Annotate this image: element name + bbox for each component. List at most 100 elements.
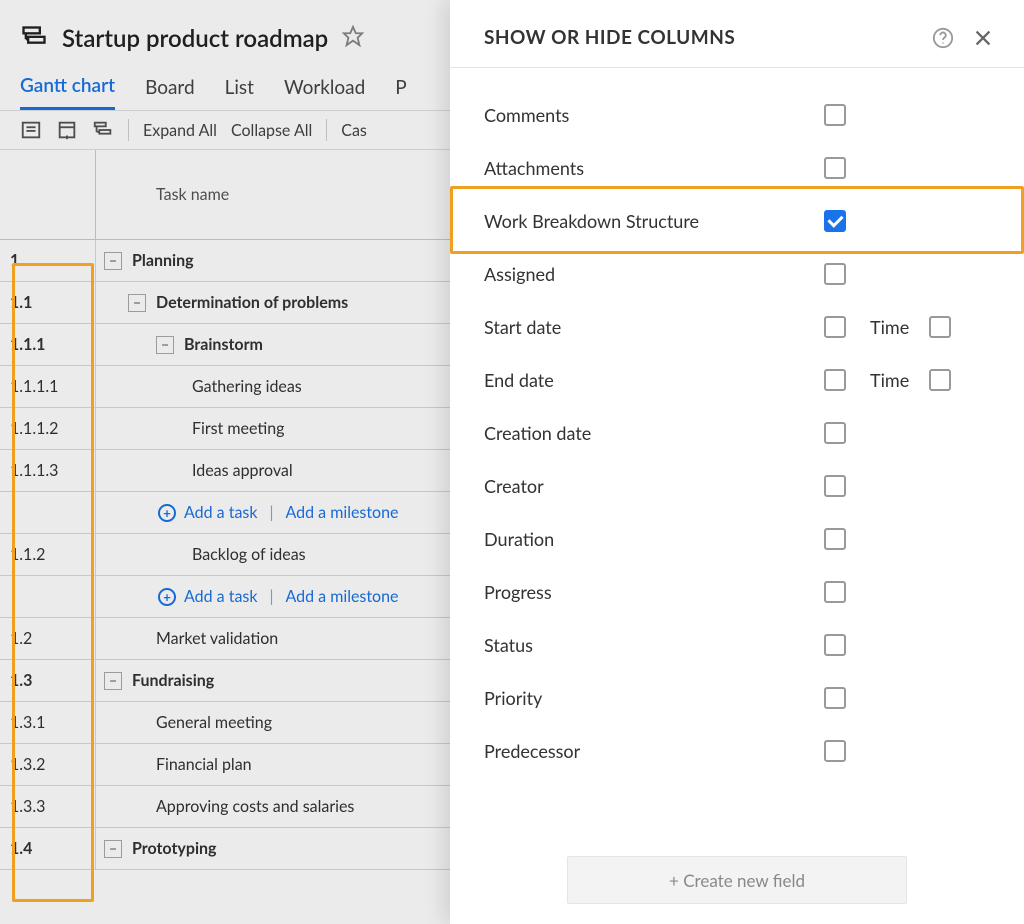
add-separator: | [269,503,273,522]
wbs-cell: 1.3.1 [0,702,96,743]
tab-board[interactable]: Board [145,66,195,109]
collapse-button[interactable]: − [156,336,174,354]
time-label: Time [870,369,909,391]
tab-people[interactable]: P [395,66,406,109]
column-option-row: Comments [450,88,1024,141]
wbs-cell: 1.1.1 [0,324,96,365]
baseline-icon[interactable] [56,119,78,141]
column-option-checkbox[interactable] [824,581,846,603]
columns-panel: SHOW OR HIDE COLUMNS Comments Attachments… [450,0,1024,924]
column-option-checkbox[interactable] [824,157,846,179]
column-option-checkbox[interactable] [824,422,846,444]
column-option-label: Predecessor [484,740,824,762]
toolbar-divider [326,119,327,141]
column-option-label: Creation date [484,422,824,444]
task-name-label: Planning [132,251,194,270]
task-name-label: Market validation [156,629,278,648]
column-option-checkbox[interactable] [824,210,846,232]
task-name-label: Fundraising [132,671,214,690]
column-option-row: Attachments [450,141,1024,194]
column-option-label: Work Breakdown Structure [484,210,824,232]
add-milestone-link[interactable]: Add a milestone [285,587,398,606]
panel-title: SHOW OR HIDE COLUMNS [484,26,735,49]
wbs-cell: 1.3 [0,660,96,701]
collapse-button[interactable]: − [104,672,122,690]
column-option-label: Creator [484,475,824,497]
column-option-label: Duration [484,528,824,550]
time-checkbox[interactable] [929,369,951,391]
tab-workload[interactable]: Workload [284,66,365,109]
wbs-cell: 1.1.2 [0,534,96,575]
task-name-label: Determination of problems [156,293,348,312]
time-label: Time [870,316,909,338]
collapse-all-button[interactable]: Collapse All [231,121,312,140]
column-option-row: Status [450,618,1024,671]
wbs-cell: 1.1 [0,282,96,323]
task-name-label: General meeting [156,713,272,732]
column-option-checkbox[interactable] [824,687,846,709]
hierarchy-icon[interactable] [92,119,114,141]
column-option-row: End date Time [450,353,1024,406]
collapse-button[interactable]: − [128,294,146,312]
column-option-label: Attachments [484,157,824,179]
panel-body: Comments Attachments Work Breakdown Struct… [450,68,1024,844]
column-option-row: Predecessor [450,724,1024,777]
column-option-row: Priority [450,671,1024,724]
create-new-field-button[interactable]: + Create new field [567,856,907,904]
wbs-cell: 1.2 [0,618,96,659]
add-milestone-link[interactable]: Add a milestone [285,503,398,522]
wbs-cell [0,576,96,617]
task-name-label: Approving costs and salaries [156,797,354,816]
cascade-button[interactable]: Cas [341,121,367,140]
column-option-row: Start dateTime [450,300,1024,353]
task-name-label: Brainstorm [184,335,263,354]
wbs-cell [0,492,96,533]
collapse-button[interactable]: − [104,840,122,858]
panel-header: SHOW OR HIDE COLUMNS [450,0,1024,68]
expand-all-button[interactable]: Expand All [143,121,217,140]
favorite-button[interactable] [342,25,364,51]
project-icon [20,24,48,52]
column-option-checkbox[interactable] [824,104,846,126]
column-option-checkbox[interactable] [824,528,846,550]
columns-icon[interactable] [20,119,42,141]
help-icon[interactable] [932,27,954,49]
column-option-checkbox[interactable] [824,316,846,338]
wbs-cell: 1.3.3 [0,786,96,827]
tab-list[interactable]: List [225,66,254,109]
plus-icon: + [158,504,176,522]
column-option-row: Progress [450,565,1024,618]
wbs-cell: 1.1.1.1 [0,366,96,407]
column-option-label: Status [484,634,824,656]
task-name-label: First meeting [192,419,285,438]
task-name-label: Ideas approval [192,461,293,480]
task-name-label: Gathering ideas [192,377,302,396]
wbs-cell: 1.1.1.3 [0,450,96,491]
wbs-cell: 1.1.1.2 [0,408,96,449]
column-option-label: Assigned [484,263,824,285]
column-option-checkbox[interactable] [824,369,846,391]
collapse-button[interactable]: − [104,252,122,270]
column-option-row: Assigned [450,247,1024,300]
column-option-label: Progress [484,581,824,603]
column-option-row: Creator [450,459,1024,512]
task-name-label: Financial plan [156,755,252,774]
wbs-column-header [0,150,96,239]
close-icon[interactable] [972,27,994,49]
column-option-label: End date [484,369,824,391]
column-option-checkbox[interactable] [824,634,846,656]
column-option-label: Priority [484,687,824,709]
column-option-checkbox[interactable] [824,263,846,285]
column-option-checkbox[interactable] [824,740,846,762]
panel-footer: + Create new field [450,844,1024,924]
add-task-link[interactable]: Add a task [184,503,257,522]
plus-icon: + [158,588,176,606]
add-task-link[interactable]: Add a task [184,587,257,606]
tab-gantt-chart[interactable]: Gantt chart [20,64,115,110]
column-option-checkbox[interactable] [824,475,846,497]
wbs-cell: 1 [0,240,96,281]
toolbar-divider [128,119,129,141]
time-checkbox[interactable] [929,316,951,338]
project-title: Startup product roadmap [62,24,328,53]
column-option-label: Comments [484,104,824,126]
